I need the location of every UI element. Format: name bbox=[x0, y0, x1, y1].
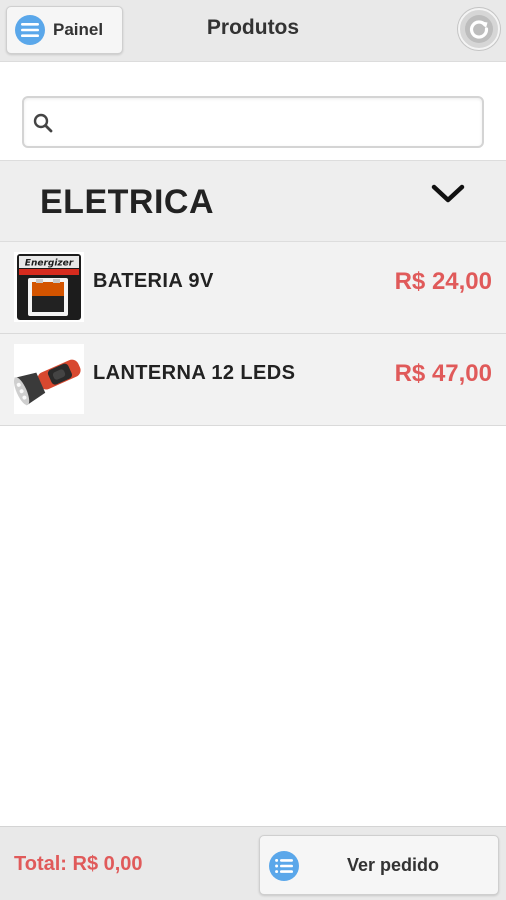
search-icon bbox=[33, 113, 53, 133]
category-label: ELETRICA bbox=[40, 183, 214, 221]
product-name: BATERIA 9V bbox=[93, 270, 214, 292]
view-order-button[interactable]: Ver pedido bbox=[259, 835, 499, 895]
page-title: Produtos bbox=[206, 16, 300, 39]
app-header: Painel Produtos bbox=[0, 0, 506, 62]
refresh-icon bbox=[465, 15, 493, 43]
flashlight-image bbox=[13, 344, 84, 414]
chevron-down-icon[interactable] bbox=[430, 182, 466, 206]
product-row[interactable]: Energizer BATERIA 9V R$ 24,00 bbox=[0, 242, 506, 334]
search-input[interactable] bbox=[60, 104, 476, 140]
order-total: Total: R$ 0,00 bbox=[14, 853, 143, 875]
product-price: R$ 24,00 bbox=[394, 268, 492, 295]
footer-bar: Total: R$ 0,00 Ver pedido bbox=[0, 826, 506, 900]
svg-text:Energizer: Energizer bbox=[25, 259, 74, 269]
search-box bbox=[22, 96, 484, 148]
refresh-button[interactable] bbox=[458, 8, 500, 50]
battery-image: Energizer bbox=[14, 252, 84, 322]
product-name: LANTERNA 12 LEDS bbox=[93, 362, 296, 384]
view-order-label: Ver pedido bbox=[346, 855, 440, 875]
product-price: R$ 47,00 bbox=[394, 360, 492, 387]
product-row[interactable]: LANTERNA 12 LEDS R$ 47,00 bbox=[0, 334, 506, 426]
